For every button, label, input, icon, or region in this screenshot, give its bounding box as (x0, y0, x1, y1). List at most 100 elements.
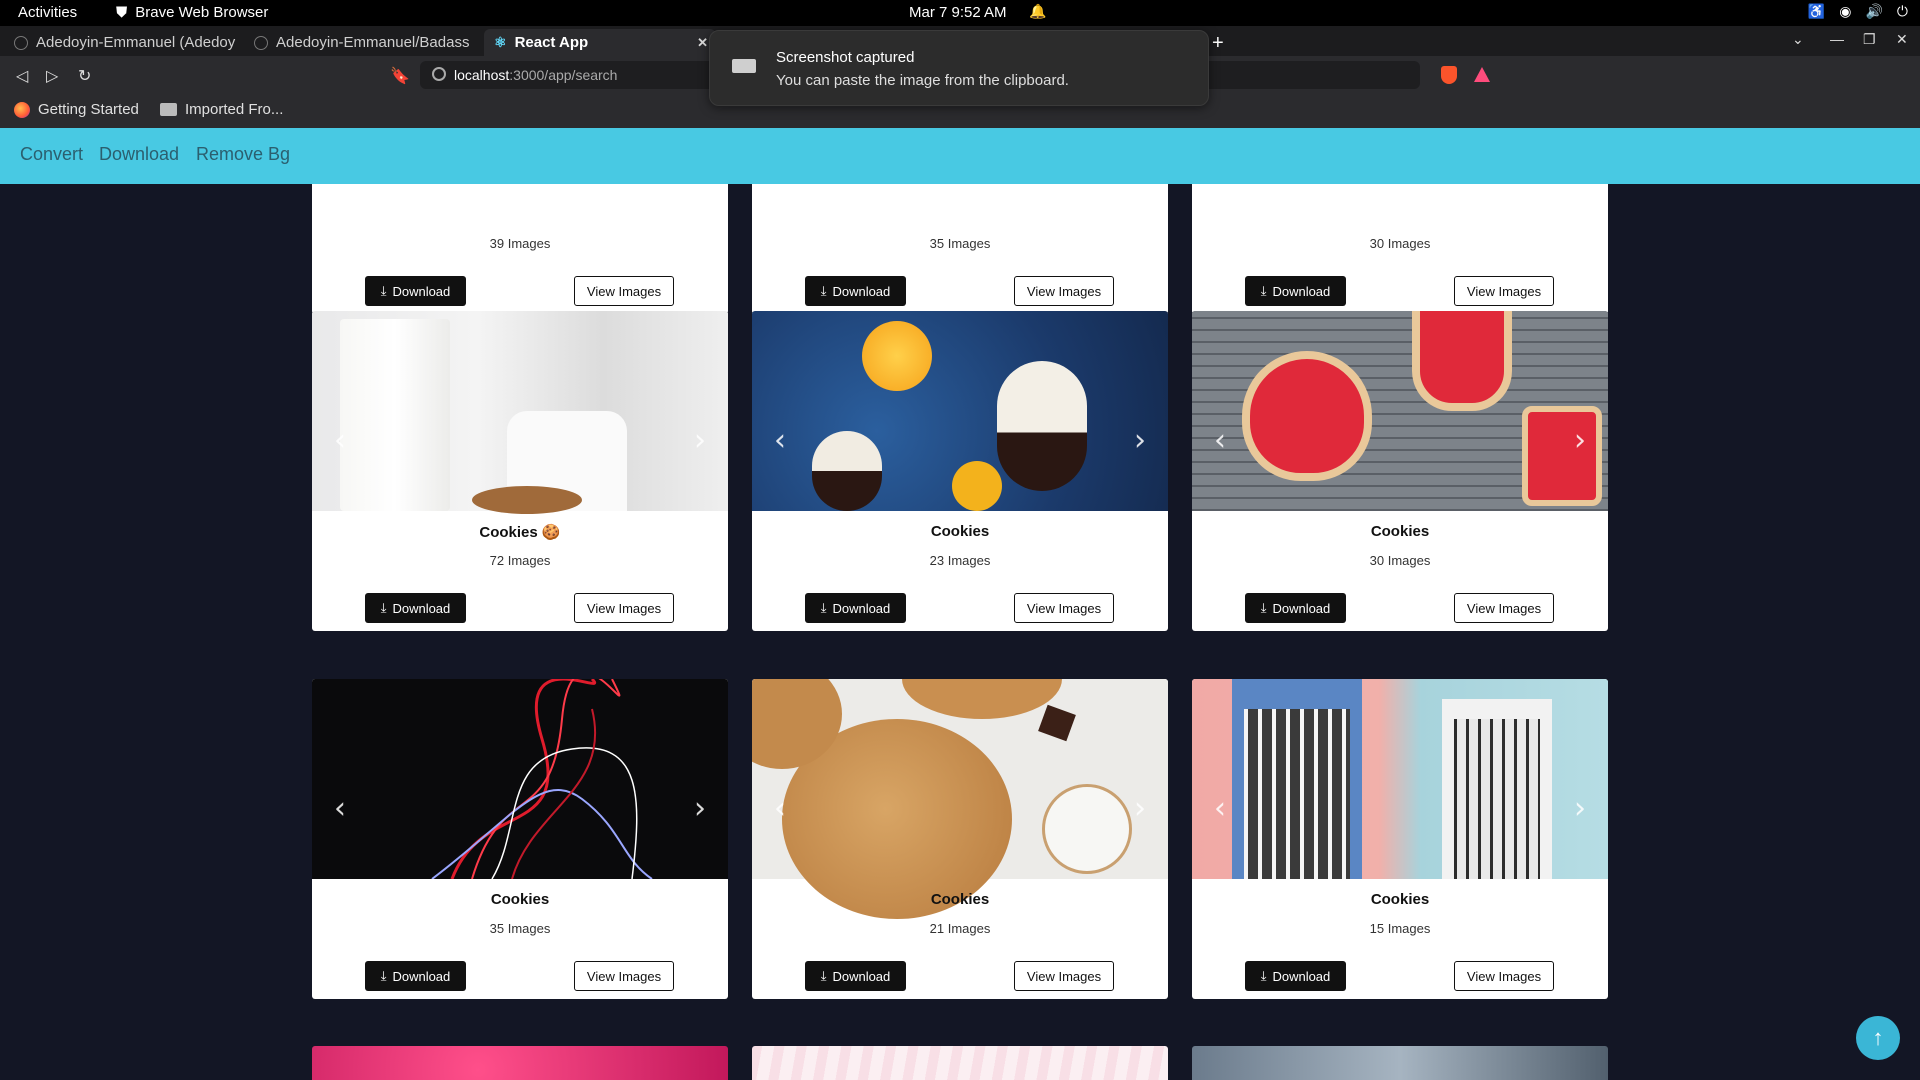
view-images-button[interactable]: View Images (1014, 276, 1114, 306)
orange-slice-2 (952, 461, 1002, 511)
close-window-icon[interactable]: ✕ (1896, 31, 1908, 48)
back-icon[interactable]: ◁ (16, 66, 28, 86)
tab-react-app[interactable]: ⚛ React App ✕ (484, 29, 716, 56)
carousel-next-icon[interactable]: › (1574, 423, 1586, 458)
download-button[interactable]: ⤓ Download (805, 961, 906, 991)
download-icon: ⤓ (380, 968, 387, 983)
download-label: Download (832, 283, 891, 299)
bookmark-icon[interactable]: 🔖 (390, 66, 410, 86)
screenshot-notification[interactable]: Screenshot captured You can paste the im… (709, 30, 1209, 106)
app-menu[interactable]: ⛊ Brave Web Browser (116, 4, 268, 21)
app-name: Brave Web Browser (135, 4, 269, 21)
nav-download-link[interactable]: Download (99, 144, 179, 165)
view-images-button[interactable]: View Images (1014, 593, 1114, 623)
notification-body: You can paste the image from the clipboa… (776, 72, 1069, 89)
card-title: Cookies (1370, 523, 1430, 540)
carousel-next-icon[interactable]: › (694, 423, 706, 458)
carousel-prev-icon[interactable]: ‹ (1214, 791, 1226, 826)
carousel-next-icon[interactable]: › (694, 791, 706, 826)
image-count: 39 Images (489, 236, 551, 251)
view-images-button[interactable]: View Images (1454, 276, 1554, 306)
view-images-button[interactable]: View Images (574, 593, 674, 623)
carousel-image-milk[interactable]: ‹ › (312, 311, 728, 514)
minimize-icon[interactable]: — (1830, 31, 1844, 47)
page-viewport[interactable]: Convert Download Remove Bg 39 Images ⤓ Do… (0, 128, 1920, 1080)
carousel-prev-icon[interactable]: ‹ (774, 791, 786, 826)
tab-github-profile[interactable]: Adedoyin-Emmanuel (Adedoy (4, 29, 244, 56)
tab-github-repo[interactable]: Adedoyin-Emmanuel/Badass (244, 29, 484, 56)
download-button[interactable]: ⤓ Download (805, 276, 906, 306)
card-title: Cookies (1370, 891, 1430, 908)
bookmark-getting-started[interactable]: Getting Started (14, 101, 139, 118)
brave-rewards-icon[interactable] (1474, 67, 1490, 82)
wifi-icon: ◉ (1839, 3, 1852, 19)
view-images-button[interactable]: View Images (1014, 961, 1114, 991)
app-navbar: Convert Download Remove Bg (0, 128, 1920, 184)
new-tab-button[interactable]: + (1212, 32, 1224, 55)
carousel-prev-icon[interactable]: ‹ (1214, 423, 1226, 458)
firefox-icon (14, 101, 30, 118)
download-button[interactable]: ⤓ Download (365, 961, 466, 991)
download-button[interactable]: ⤓ Download (1245, 593, 1346, 623)
flour-bowl (1042, 784, 1132, 874)
download-button[interactable]: ⤓ Download (1245, 276, 1346, 306)
gallery-card-partial (1192, 1046, 1608, 1080)
brave-shields-icon[interactable] (1441, 66, 1457, 84)
clock[interactable]: Mar 7 9:52 AM (909, 4, 1007, 21)
bookmark-folder-imported[interactable]: Imported Fro... (160, 101, 283, 118)
heart-cookie (1242, 351, 1372, 481)
gallery-card: ‹ › Cookies 23 Images ⤓ Download View Ima… (752, 311, 1168, 631)
tab-label: Adedoyin-Emmanuel/Badass (276, 34, 470, 51)
carousel-image-stockings[interactable]: ‹ › (1192, 311, 1608, 511)
nav-convert-link[interactable]: Convert (20, 144, 83, 165)
orange-slice (862, 321, 932, 391)
close-tab-icon[interactable]: ✕ (697, 35, 708, 51)
site-info-icon[interactable] (432, 67, 446, 81)
view-images-button[interactable]: View Images (1454, 593, 1554, 623)
tab-label: Adedoyin-Emmanuel (Adedoy (36, 34, 236, 51)
download-button[interactable]: ⤓ Download (365, 276, 466, 306)
system-tray[interactable]: ♿ ◉ 🔊 ⏻ (1808, 3, 1908, 20)
folder-icon (160, 103, 177, 116)
reload-icon[interactable]: ↻ (78, 66, 91, 86)
carousel-image-doors[interactable]: ‹ › (1192, 679, 1608, 879)
download-button[interactable]: ⤓ Download (805, 593, 906, 623)
download-label: Download (392, 283, 451, 299)
carousel-next-icon[interactable]: › (1134, 791, 1146, 826)
restore-icon[interactable]: ❐ (1863, 31, 1876, 48)
react-icon: ⚛ (494, 34, 507, 50)
carousel-prev-icon[interactable]: ‹ (334, 791, 346, 826)
view-images-button[interactable]: View Images (574, 961, 674, 991)
download-icon: ⤓ (380, 283, 387, 298)
left-door-gate (1244, 709, 1350, 879)
download-button[interactable]: ⤓ Download (1245, 961, 1346, 991)
notification-bell-icon: 🔔 (1029, 3, 1047, 19)
accessibility-icon[interactable]: ♿ (1808, 3, 1825, 20)
carousel-prev-icon[interactable]: ‹ (334, 423, 346, 458)
carousel-image-lights[interactable]: ‹ › (312, 679, 728, 879)
carousel-prev-icon[interactable]: ‹ (774, 423, 786, 458)
url-host: localhost (454, 67, 510, 83)
bookmark-label: Imported Fro... (185, 101, 284, 118)
download-icon: ⤓ (1260, 283, 1267, 298)
view-images-button[interactable]: View Images (574, 276, 674, 306)
url-text[interactable]: localhost:3000/app/search (454, 67, 617, 83)
carousel-next-icon[interactable]: › (1134, 423, 1146, 458)
screenshot-icon (732, 59, 756, 73)
download-label: Download (392, 968, 451, 984)
carousel-image-pears[interactable]: ‹ › (752, 311, 1168, 511)
carousel-image-choc-chip[interactable]: ‹ › (752, 679, 1168, 919)
stocking-cookie-2 (1522, 406, 1602, 506)
forward-icon[interactable]: ▷ (46, 66, 58, 86)
carousel-next-icon[interactable]: › (1574, 791, 1586, 826)
view-images-button[interactable]: View Images (1454, 961, 1554, 991)
milk-glass (340, 319, 450, 511)
tab-search-chevron-icon[interactable]: ⌄ (1792, 31, 1804, 48)
scroll-to-top-button[interactable]: ↑ (1856, 1016, 1900, 1060)
nav-remove-bg-link[interactable]: Remove Bg (196, 144, 290, 165)
download-button[interactable]: ⤓ Download (365, 593, 466, 623)
activities-button[interactable]: Activities (18, 4, 77, 21)
power-icon: ⏻ (1896, 3, 1908, 19)
gallery-card: ‹ › Cookies 30 Images ⤓ Download View Ima… (1192, 311, 1608, 631)
image-count: 23 Images (929, 553, 991, 568)
